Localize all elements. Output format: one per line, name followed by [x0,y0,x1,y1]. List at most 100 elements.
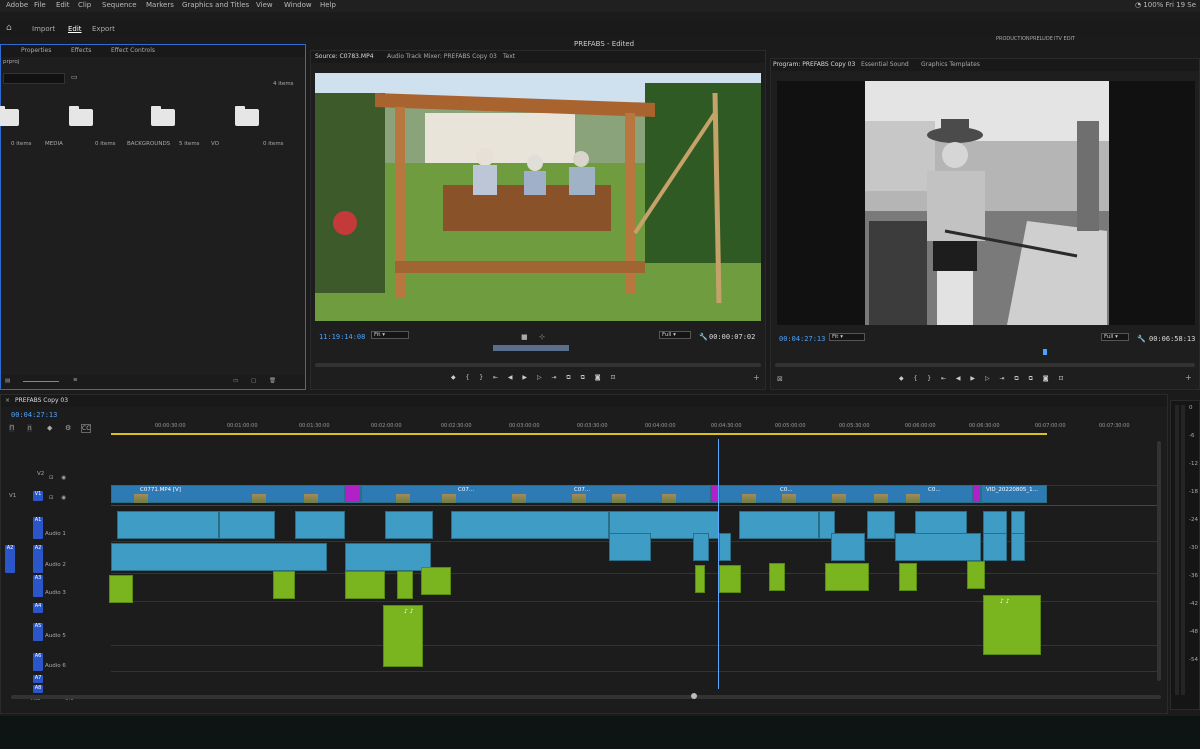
marker-icon[interactable]: ◆ [47,424,52,432]
workspace-production[interactable]: PRODUCTION [996,36,1030,42]
tab-graphics-templates[interactable]: Graphics Templates [921,61,980,68]
folder-icon[interactable] [235,106,259,126]
tab-edit[interactable]: Edit [68,25,82,33]
music-clip[interactable] [109,575,133,603]
list-view-icon[interactable]: ▤ [5,378,10,384]
track-a3-target[interactable]: A3 [33,575,43,597]
tab-import[interactable]: Import [32,25,55,33]
tab-text[interactable]: Text [503,53,515,60]
workspace-itv-edit[interactable]: ITV EDIT [1054,36,1075,42]
timeline-v-scrollbar[interactable] [1157,441,1161,681]
audio-clip[interactable] [739,511,819,539]
settings-wrench-icon[interactable]: ⚙ [65,424,71,432]
timeline-h-scrollbar[interactable] [11,693,1161,699]
program-fit-select[interactable]: Fit ▾ [829,333,865,341]
track-a1-target[interactable]: A1 [33,517,43,539]
close-icon[interactable]: × [5,397,10,404]
wrench-icon[interactable]: 🔧 [1137,335,1146,343]
menu-clip[interactable]: Clip [78,1,91,9]
track-controls[interactable]: ⊡ ◉ [49,495,69,501]
menu-graphics[interactable]: Graphics and Titles [182,1,249,9]
home-icon[interactable]: ⌂ [6,23,12,33]
project-search-input[interactable] [3,73,65,84]
new-bin-icon[interactable]: ▭ [233,378,238,384]
tab-properties[interactable]: Properties [21,47,51,54]
music-clip[interactable]: ♪ ♪ [383,605,423,667]
video-clip[interactable]: C0771.MP4 [V] [111,485,345,503]
video-clip[interactable]: VID_20220805_1... [981,485,1047,503]
wifi-icon[interactable]: ◔ [1135,1,1141,9]
source-fit-select[interactable]: Fit ▾ [371,331,409,339]
audio-clip[interactable] [983,533,1007,561]
insert-icon[interactable]: ⊹ [539,333,545,341]
music-clip[interactable] [769,563,785,591]
music-clip[interactable] [899,563,917,591]
clear-icon[interactable]: 🗑 [269,378,276,384]
audio-clip[interactable] [719,533,731,561]
music-clip[interactable] [967,561,985,589]
menu-help[interactable]: Help [320,1,336,9]
source-quality-select[interactable]: Full ▾ [659,331,691,339]
menu-adobe[interactable]: Adobe [6,1,28,9]
track-a7-target[interactable]: A7 [33,675,43,683]
menu-file[interactable]: File [34,1,46,9]
safe-margins-icon[interactable]: ⊠ [777,375,783,383]
audio-clip[interactable] [385,511,433,539]
track-a2-target[interactable]: A2 [33,545,43,573]
tab-effect-controls[interactable]: Effect Controls [111,47,155,54]
folder-icon[interactable] [69,106,93,126]
new-item-icon[interactable]: ▢ [251,378,256,384]
music-clip[interactable] [273,571,295,599]
tab-effects[interactable]: Effects [71,47,91,54]
music-clip[interactable] [825,563,869,591]
program-transport-controls[interactable]: ◆ { } ⇤ ◀ ▶ ▷ ⇥ ⧉ ⧉ ◙ ⊡ [899,375,1068,383]
playhead[interactable] [718,439,719,689]
track-a5-target[interactable]: A5 [33,623,43,641]
marker-clip[interactable] [345,485,361,503]
menu-window[interactable]: Window [284,1,312,9]
audio-clip[interactable] [295,511,345,539]
add-button-icon[interactable]: + [753,373,760,382]
program-timecode[interactable]: 00:04:27:13 [779,335,825,343]
audio-clip[interactable] [609,533,651,561]
sort-icon[interactable]: ≡ [73,377,78,383]
audio-clip[interactable] [451,511,609,539]
audio-clip[interactable] [117,511,219,539]
menu-edit[interactable]: Edit [56,1,70,9]
source-in-out-range[interactable] [493,345,569,351]
menu-view[interactable]: View [256,1,273,9]
clock[interactable]: Fri 19 Se [1166,1,1196,9]
track-a4-target[interactable]: A4 [33,603,43,613]
timeline-timecode[interactable]: 00:04:27:13 [11,411,57,419]
work-area-bar[interactable] [111,433,1047,435]
program-quality-select[interactable]: Full ▾ [1101,333,1129,341]
music-clip[interactable] [421,567,451,595]
workspace-prelude[interactable]: PRELUDE [1030,36,1053,42]
audio-clip[interactable] [111,543,327,571]
source-transport-controls[interactable]: ◆ { } ⇤ ◀ ▶ ▷ ⇥ ⧉ ⧉ ◙ ⊡ [451,374,620,382]
audio-clip[interactable] [219,511,275,539]
tab-essential-sound[interactable]: Essential Sound [861,61,909,68]
audio-clip[interactable] [345,543,431,571]
track-v2-label[interactable]: V2 [37,471,44,477]
track-v1-target[interactable]: V1 [33,491,43,501]
audio-clip[interactable] [867,511,895,539]
link-icon[interactable]: ∩ [27,424,33,432]
audio-clip[interactable] [831,533,865,561]
audio-clip[interactable] [1011,533,1025,561]
scroll-handle[interactable] [691,693,697,699]
source-timecode[interactable]: 11:19:14:08 [319,333,365,341]
bin-icon[interactable]: ▭ [71,73,78,81]
marker-clip[interactable] [973,485,981,503]
stop-icon[interactable]: ■ [521,333,528,341]
tab-source[interactable]: Source: C0783.MP4 [315,53,374,60]
track-a6-target[interactable]: A6 [33,653,43,671]
video-clip[interactable]: C0... C0... [719,485,973,503]
source-scrubber[interactable] [315,363,761,367]
folder-icon[interactable] [0,106,19,126]
audio-clip[interactable] [895,533,981,561]
music-clip[interactable] [695,565,705,593]
program-playhead-marker[interactable] [1043,349,1047,355]
tab-export[interactable]: Export [92,25,115,33]
wrench-icon[interactable]: 🔧 [699,333,708,341]
